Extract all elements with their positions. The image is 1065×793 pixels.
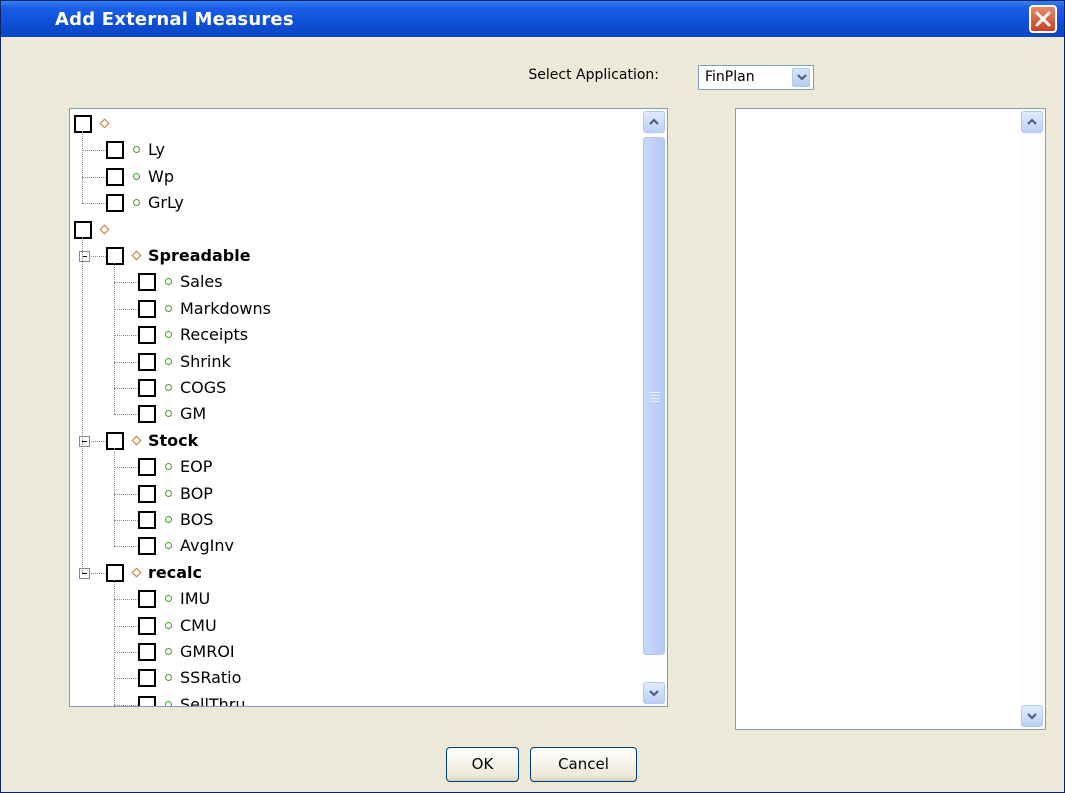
tree-node-label: Ly (148, 140, 165, 160)
circle-icon (165, 621, 172, 629)
tree-node-label: COGS (180, 378, 227, 397)
tree-node-label: GM (180, 404, 207, 424)
tree-checkbox[interactable] (138, 326, 156, 345)
circle-icon (133, 172, 140, 180)
tree-node-label: EOP (180, 457, 213, 477)
circle-icon (165, 331, 172, 339)
scroll-down-button[interactable] (1021, 705, 1043, 727)
application-select[interactable]: FinPlan (698, 65, 814, 90)
chevron-up-icon (1027, 118, 1037, 125)
list-scrollbar[interactable] (1019, 109, 1045, 729)
measures-tree[interactable]: Ly Wp GrLy Spreadable Sales Markdowns Receipts… (69, 108, 668, 707)
tree-checkbox[interactable] (138, 273, 156, 292)
tree-checkbox[interactable] (138, 695, 156, 706)
circle-icon (165, 595, 172, 603)
collapse-toggle[interactable] (79, 251, 90, 262)
tree-node-label: SSRatio (180, 668, 242, 688)
selected-measures-list[interactable] (735, 108, 1046, 730)
tree-node-label: IMU (180, 589, 211, 609)
tree-checkbox[interactable] (138, 299, 156, 318)
tree-checkbox[interactable] (106, 563, 124, 582)
diamond-icon (131, 435, 142, 446)
close-button[interactable] (1029, 5, 1057, 33)
cancel-button[interactable]: Cancel (530, 747, 637, 782)
tree-node-label: Sales (180, 272, 223, 292)
circle-icon (165, 278, 172, 286)
circle-icon (165, 463, 172, 471)
tree-checkbox[interactable] (138, 352, 156, 371)
chevron-down-icon (1027, 713, 1037, 720)
scroll-up-button[interactable] (643, 111, 665, 133)
scroll-down-button[interactable] (643, 682, 665, 704)
tree-node-label: BOS (180, 510, 214, 529)
diamond-icon (131, 567, 142, 578)
title-bar[interactable]: Add External Measures (1, 1, 1064, 37)
diamond-icon (131, 250, 142, 261)
circle-icon (165, 542, 172, 550)
scroll-up-button[interactable] (1021, 111, 1043, 133)
circle-icon (165, 674, 172, 682)
tree-node-label: GMROI (180, 642, 235, 661)
tree-checkbox[interactable] (106, 194, 124, 213)
tree-node-label: Receipts (180, 325, 249, 345)
circle-icon (165, 516, 172, 523)
close-icon (1035, 11, 1051, 27)
tree-node-label: Wp (148, 166, 174, 186)
diamond-icon (99, 118, 110, 129)
tree-checkbox[interactable] (138, 537, 156, 556)
tree-node-label: AvgInv (180, 536, 234, 556)
tree-checkbox[interactable] (106, 141, 124, 160)
circle-icon (133, 146, 140, 154)
tree-node-label: SellThru (180, 694, 246, 707)
tree-checkbox[interactable] (138, 643, 156, 661)
tree-checkbox[interactable] (138, 458, 156, 477)
tree-node-label: GrLy (148, 193, 184, 213)
window-title: Add External Measures (55, 9, 294, 30)
ok-button[interactable]: OK (446, 747, 519, 782)
circle-icon (165, 357, 172, 365)
tree-node-label: BOP (180, 483, 213, 503)
tree-checkbox[interactable] (138, 484, 156, 503)
chevron-up-icon (649, 118, 659, 125)
tree-checkbox[interactable] (74, 220, 92, 239)
tree-checkbox[interactable] (138, 616, 156, 635)
tree-node-label: recalc (148, 562, 202, 582)
tree-checkbox[interactable] (106, 431, 124, 450)
circle-icon (165, 489, 172, 497)
select-application-label: Select Application: (528, 67, 659, 83)
tree-node-label: Stock (148, 430, 199, 450)
tree-checkbox[interactable] (138, 669, 156, 688)
circle-icon (165, 304, 172, 312)
application-select-value: FinPlan (705, 69, 755, 85)
collapse-toggle[interactable] (79, 567, 90, 579)
tree-node-label: Shrink (180, 351, 231, 371)
tree-node-label: Markdowns (180, 298, 271, 318)
tree-node-label: Spreadable (148, 246, 251, 265)
diamond-icon (99, 224, 110, 235)
tree-scrollbar[interactable] (641, 109, 667, 706)
circle-icon (133, 199, 140, 207)
chevron-down-icon (797, 74, 807, 81)
tree-checkbox[interactable] (138, 590, 156, 609)
circle-icon (165, 700, 172, 706)
tree-checkbox[interactable] (106, 247, 124, 265)
collapse-toggle[interactable] (79, 435, 90, 447)
tree-checkbox[interactable] (138, 405, 156, 424)
circle-icon (165, 384, 172, 391)
add-external-measures-dialog: Add External Measures Select Application… (0, 0, 1065, 793)
tree-checkbox[interactable] (106, 167, 124, 186)
circle-icon (165, 410, 172, 418)
tree-checkbox[interactable] (74, 115, 92, 133)
tree-checkbox[interactable] (138, 511, 156, 529)
tree-node-label: CMU (180, 615, 217, 635)
chevron-down-icon (649, 690, 659, 697)
tree-checkbox[interactable] (138, 379, 156, 397)
application-dropdown-button[interactable] (792, 68, 810, 87)
scroll-thumb[interactable] (643, 137, 665, 655)
circle-icon (165, 648, 172, 655)
